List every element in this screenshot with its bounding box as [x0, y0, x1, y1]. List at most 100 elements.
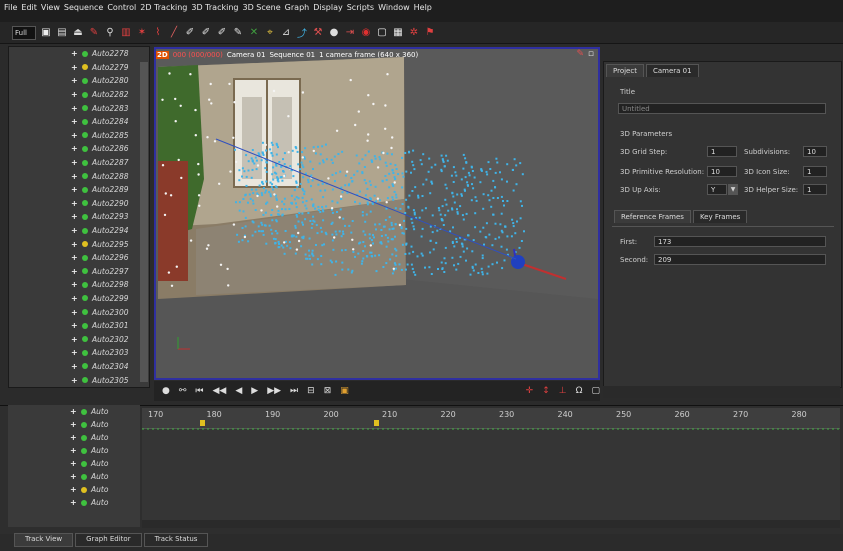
tree-scrollbar[interactable] — [140, 62, 148, 382]
tree-item[interactable]: + Auto2304 — [9, 360, 149, 374]
record-icon[interactable]: ◉ — [360, 27, 372, 39]
frame-all-icon[interactable]: ▢ — [591, 386, 600, 396]
tab-project[interactable]: Project — [606, 64, 644, 77]
expand-icon[interactable]: + — [71, 90, 79, 99]
chevron-down-icon[interactable]: ▼ — [728, 184, 738, 195]
new-file-icon[interactable]: ▣ — [40, 27, 52, 39]
rotate-axis-icon[interactable]: ⊥ — [559, 386, 567, 396]
range-end-icon[interactable]: ⊠ — [324, 386, 332, 396]
expand-icon[interactable]: + — [71, 76, 79, 85]
sparkle-icon[interactable]: ✶ — [136, 27, 148, 39]
title-input[interactable]: Untitled — [618, 103, 826, 114]
curve-icon[interactable]: ⌇ — [152, 27, 164, 39]
timeline-tree-item[interactable]: + Auto — [8, 457, 140, 470]
window-icon[interactable]: ▢ — [376, 27, 388, 39]
timeline-tree-item[interactable]: + Auto — [8, 496, 140, 509]
display-options-icon[interactable]: ▣ — [340, 386, 349, 396]
menu-edit[interactable]: Edit — [21, 3, 37, 12]
expand-icon[interactable]: + — [70, 433, 78, 442]
pen-icon[interactable]: ✎ — [232, 27, 244, 39]
tree-item[interactable]: + Auto2286 — [9, 142, 149, 156]
move-icon[interactable]: ↕ — [542, 386, 550, 396]
tab-track-view[interactable]: Track View — [14, 533, 74, 547]
record-dot-icon[interactable]: ● — [162, 386, 170, 396]
subdivisions-input[interactable]: 10 — [803, 146, 827, 157]
menu-sequence[interactable]: Sequence — [64, 3, 103, 12]
timeline-ruler[interactable]: 170 180 190 200 210 220 230 240 250 260 270 280 — [142, 408, 840, 429]
expand-icon[interactable]: + — [71, 49, 79, 58]
menu-control[interactable]: Control — [107, 3, 136, 12]
icon-size-input[interactable]: 1 — [803, 166, 827, 177]
primitive-res-input[interactable]: 10 — [707, 166, 737, 177]
axis-icon[interactable]: ⊿ — [280, 27, 292, 39]
orbit-icon[interactable]: Ω — [576, 386, 583, 396]
timeline-tree[interactable]: + Auto + Auto + Auto + Auto + Auto + Auto + Auto + Auto — [8, 405, 140, 527]
timeline-tree-item[interactable]: + Auto — [8, 470, 140, 483]
tree-item[interactable]: + Auto2288 — [9, 169, 149, 183]
range-start-icon[interactable]: ⊟ — [307, 386, 315, 396]
tree-item[interactable]: + Auto2305 — [9, 373, 149, 387]
menu-scripts[interactable]: Scripts — [347, 3, 374, 12]
pen-add-icon[interactable]: ✐ — [184, 27, 196, 39]
play-icon[interactable]: ▶ — [251, 386, 258, 396]
tree-item[interactable]: + Auto2280 — [9, 74, 149, 88]
tree-item[interactable]: + Auto2302 — [9, 332, 149, 346]
tab-camera[interactable]: Camera 01 — [645, 64, 699, 77]
expand-icon[interactable]: + — [71, 348, 79, 357]
bookmark-icon[interactable]: ⚑ — [424, 27, 436, 39]
open-file-icon[interactable]: ▤ — [56, 27, 68, 39]
tree-item[interactable]: + Auto2295 — [9, 237, 149, 251]
magnifier-icon[interactable]: ⚲ — [104, 27, 116, 39]
prev-frame-icon[interactable]: ◀ — [235, 386, 242, 396]
expand-icon[interactable]: + — [70, 446, 78, 455]
tree-item[interactable]: + Auto2278 — [9, 47, 149, 61]
tracker-grid-icon[interactable]: ▥ — [120, 27, 132, 39]
tree-item[interactable]: + Auto2279 — [9, 61, 149, 75]
timeline-tree-item[interactable]: + Auto — [8, 431, 140, 444]
tree-item[interactable]: + Auto2297 — [9, 265, 149, 279]
tree-item[interactable]: + Auto2296 — [9, 251, 149, 265]
expand-icon[interactable]: + — [71, 117, 79, 126]
expand-icon[interactable]: + — [71, 185, 79, 194]
tab-key-frames[interactable]: Key Frames — [692, 210, 748, 223]
sphere-icon[interactable]: ● — [328, 27, 340, 39]
expand-icon[interactable]: + — [70, 459, 78, 468]
save-icon[interactable]: ⏏ — [72, 27, 84, 39]
keyframe-marker[interactable] — [374, 420, 379, 426]
expand-icon[interactable]: + — [71, 131, 79, 140]
menu-file[interactable]: File — [4, 3, 17, 12]
render-icon[interactable]: ✲ — [408, 27, 420, 39]
tree-item[interactable]: + Auto2293 — [9, 210, 149, 224]
pen-delete-icon[interactable]: ✐ — [216, 27, 228, 39]
expand-icon[interactable]: + — [71, 362, 79, 371]
tab-graph-editor[interactable]: Graph Editor — [75, 533, 142, 547]
tree-item[interactable]: + Auto2299 — [9, 292, 149, 306]
timeline-tree-item[interactable]: + Auto — [8, 444, 140, 457]
second-frame-input[interactable]: 209 — [654, 254, 826, 265]
tree-item[interactable]: + Auto2284 — [9, 115, 149, 129]
expand-icon[interactable]: + — [70, 420, 78, 429]
expand-icon[interactable]: + — [71, 240, 79, 249]
menu-graph[interactable]: Graph — [285, 3, 310, 12]
view-mode-badge[interactable]: 2D — [156, 50, 169, 59]
panel-scrollbar[interactable] — [603, 386, 840, 398]
expand-icon[interactable]: + — [70, 498, 78, 507]
tree-item[interactable]: + Auto2287 — [9, 156, 149, 170]
brush-icon[interactable]: ✎ — [88, 27, 100, 39]
expand-icon[interactable]: + — [70, 485, 78, 494]
pen-edit-icon[interactable]: ✐ — [200, 27, 212, 39]
maximize-icon[interactable]: ▫ — [588, 49, 594, 59]
expand-icon[interactable]: + — [71, 376, 79, 385]
grid-step-input[interactable]: 1 — [707, 146, 737, 157]
tag-icon[interactable]: ⌖ — [264, 27, 276, 39]
expand-icon[interactable]: + — [71, 158, 79, 167]
tab-track-status[interactable]: Track Status — [143, 533, 209, 547]
last-frame-icon[interactable]: ⏭ — [290, 386, 298, 396]
menu-help[interactable]: Help — [414, 3, 432, 12]
line-icon[interactable]: ╱ — [168, 27, 180, 39]
layout-icon[interactable]: ▦ — [392, 27, 404, 39]
up-axis-select[interactable]: Y — [707, 184, 727, 195]
expand-icon[interactable]: + — [71, 280, 79, 289]
expand-icon[interactable]: + — [70, 472, 78, 481]
tree-item[interactable]: + Auto2289 — [9, 183, 149, 197]
